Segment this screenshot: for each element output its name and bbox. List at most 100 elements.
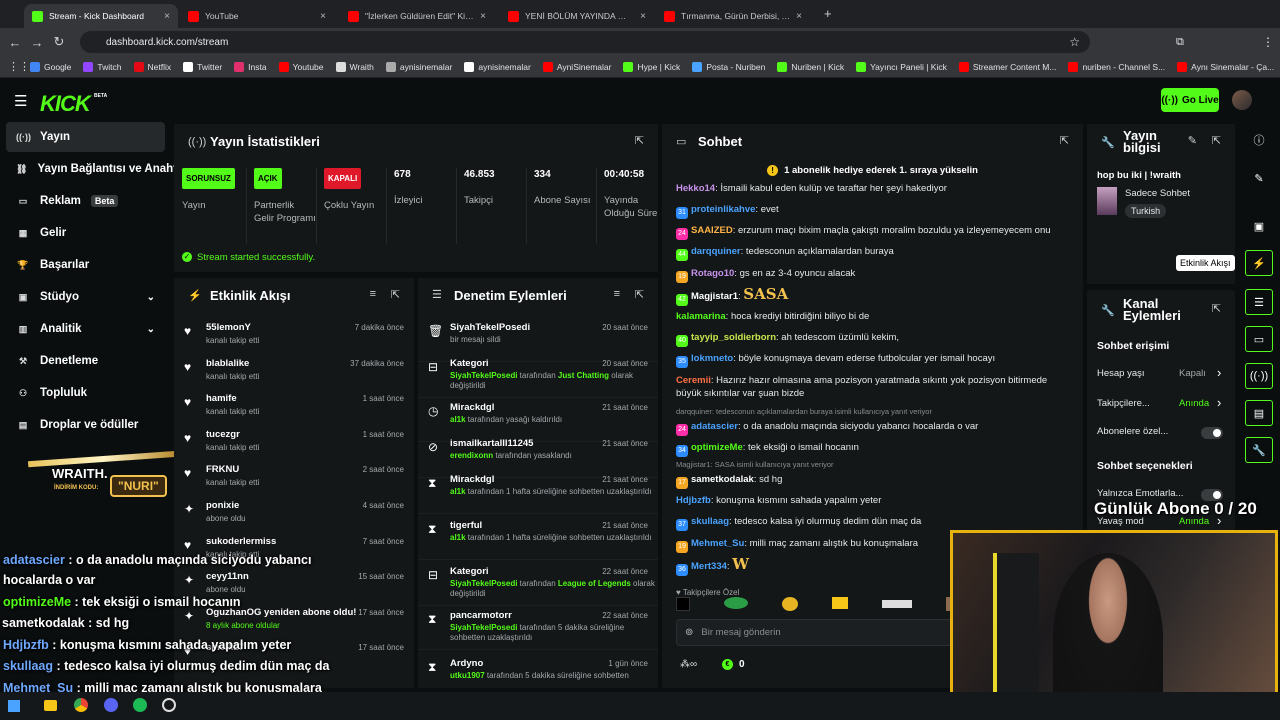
popout-icon[interactable]: ⇱ <box>391 288 400 301</box>
chat-message[interactable]: 37 skullaag: tedesco kalsa iyi olurmuş de… <box>676 515 1072 531</box>
chat-username[interactable]: skullaag <box>691 516 729 527</box>
bookmark-item[interactable]: Hype | Kick <box>623 61 680 72</box>
bookmark-item[interactable]: Google <box>30 61 71 72</box>
moderation-item[interactable]: ⊟ Kategori 20 saat önce SiyahTekelPosedi ta… <box>418 356 658 398</box>
moderator-name[interactable]: erendixonn <box>450 451 493 460</box>
moderation-item[interactable]: ⊟ Kategori 22 saat önce SiyahTekelPosedi ta… <box>418 564 658 606</box>
chat-username[interactable]: tayyip_soldierborn <box>691 332 776 343</box>
kick-logo[interactable]: KICK <box>40 91 91 117</box>
go-live-button[interactable]: ((·)) Go Live <box>1161 88 1219 112</box>
chevron-down-icon[interactable]: ⌄ <box>147 324 155 335</box>
moderator-name[interactable]: SiyahTekelPosedi <box>450 371 517 380</box>
toggle-switch[interactable] <box>1201 427 1223 439</box>
moderator-name[interactable]: SiyahTekelPosedi <box>450 623 517 632</box>
activity-feed-toggle[interactable]: ⚡ <box>1245 250 1273 276</box>
setting-row[interactable]: Abonelere özel... <box>1097 426 1225 440</box>
moderation-item[interactable]: ⧗ Mirackdgl 21 saat önce al1k tarafından 1 … <box>418 472 658 514</box>
activity-item[interactable]: ♥ 55lemonY kanalı takip etti 7 dakika önce <box>174 320 414 354</box>
stream-info-toggle[interactable]: ▤ <box>1245 400 1273 426</box>
forward-icon[interactable]: → <box>26 35 48 50</box>
moderation-item[interactable]: ⧗ tigerful 21 saat önce al1k tarafından 1 h… <box>418 518 658 560</box>
sidebar-item-broadcast[interactable]: ((·)) Yayın <box>6 122 165 152</box>
chat-message[interactable]: Hekko14: İsmaili kabul eden kulüp ve tar… <box>676 182 1072 195</box>
filter-icon[interactable]: ≡ <box>370 288 376 300</box>
sidebar-item-trophy[interactable]: 🏆 Başarılar <box>6 250 165 280</box>
emote[interactable] <box>724 597 748 609</box>
bookmark-item[interactable]: Nuriben | Kick <box>777 61 844 72</box>
bookmark-item[interactable]: Streamer Content M... <box>958 61 1056 72</box>
tools-toggle[interactable]: 🔧 <box>1245 437 1273 463</box>
chat-message[interactable]: 42 Magjistar1: SASA <box>676 287 1072 306</box>
emote[interactable] <box>832 597 848 609</box>
bookmark-item[interactable]: Posta - Nuriben <box>692 61 765 72</box>
close-tab-icon[interactable]: × <box>480 11 486 22</box>
bookmark-item[interactable]: Yayıncı Paneli | Kick <box>856 61 947 72</box>
emote[interactable] <box>782 597 798 611</box>
chat-toggle[interactable]: ▭ <box>1245 326 1273 352</box>
chat-message[interactable]: Ceremii: Hazırız hazır olmasına ama pozi… <box>676 374 1072 400</box>
emote[interactable] <box>882 600 912 608</box>
sidebar-item-drops[interactable]: ▤ Droplar ve ödüller <box>6 410 165 440</box>
chat-message[interactable]: 24 adatascier: o da anadolu maçında siciy… <box>676 420 1072 436</box>
bookmark-item[interactable]: Twitter <box>183 61 222 72</box>
chat-message[interactable]: 24 SAAIZED: erzurum maçı bixim maçla çakı… <box>676 224 1072 240</box>
bookmark-item[interactable]: Wraith <box>335 61 374 72</box>
menu-icon[interactable]: ⋮ <box>1262 35 1274 49</box>
info-icon[interactable]: ⓘ <box>1245 127 1273 153</box>
popout-icon[interactable]: ⇱ <box>635 288 644 301</box>
chat-message[interactable]: 19 Rotago10: gs en az 3-4 oyuncu alacak <box>676 267 1072 283</box>
sidebar-item-ad[interactable]: ▭ Reklam Beta <box>6 186 165 216</box>
browser-tab[interactable]: YouTube × <box>180 4 334 28</box>
new-tab-icon[interactable]: + <box>824 6 832 21</box>
close-tab-icon[interactable]: × <box>640 11 646 22</box>
chat-username[interactable]: darqquiner <box>691 246 741 257</box>
bookmark-item[interactable]: Netflix <box>133 61 171 72</box>
activity-item[interactable]: ♥ hamife kanalı takip etti 1 saat önce <box>174 391 414 425</box>
emote[interactable] <box>676 597 690 611</box>
chat-username[interactable]: Hdjbzfb <box>676 495 711 506</box>
avatar[interactable] <box>1232 90 1252 110</box>
moderation-item[interactable]: ⧗ pancarmotorr 22 saat önce SiyahTekelPosed… <box>418 608 658 650</box>
activity-item[interactable]: ♥ FRKNU kanalı takip etti 2 saat önce <box>174 462 414 496</box>
chat-message[interactable]: 31 proteinlikahve: evet <box>676 203 1072 219</box>
sidebar-item-community[interactable]: ⚇ Topluluk <box>6 378 165 408</box>
chat-username[interactable]: kalamarina <box>676 311 726 322</box>
hamburger-menu-icon[interactable]: ☰ <box>14 92 27 110</box>
tv-icon[interactable]: ▣ <box>1245 213 1273 239</box>
star-icon[interactable]: ☆ <box>1069 35 1080 49</box>
chat-message[interactable]: 17 sametkodalak: sd hg <box>676 473 1072 489</box>
chat-username[interactable]: adatascier <box>691 421 738 432</box>
chat-message[interactable]: 44 darqquiner: tedesconun açıklamalardan … <box>676 245 1072 261</box>
bookmark-item[interactable]: Youtube <box>278 61 324 72</box>
moderation-item[interactable]: ⧗ Ardyno 1 gün önce utku1907 tarafından 5 d… <box>418 656 658 688</box>
bookmark-item[interactable]: Twitch <box>83 61 122 72</box>
chat-username[interactable]: proteinlikahve <box>691 204 755 215</box>
bookmark-item[interactable]: AyniSinemalar <box>542 61 611 72</box>
chat-message[interactable]: 35 lokmneto: böyle konuşmaya devam ederse… <box>676 352 1072 368</box>
settings-icon[interactable]: ⁂∞ <box>680 659 697 670</box>
folder-icon[interactable] <box>44 700 57 711</box>
popout-icon[interactable]: ⇱ <box>1060 134 1069 147</box>
chat-username[interactable]: SAAIZED <box>691 225 733 236</box>
chat-username[interactable]: lokmneto <box>691 353 733 364</box>
chat-settings-icon[interactable]: ⊚ <box>685 627 693 638</box>
close-tab-icon[interactable]: × <box>164 11 170 22</box>
category-name[interactable]: Sadece Sohbet <box>1125 188 1190 199</box>
bookmark-item[interactable]: Aynı Sinemalar - Ça... <box>1177 61 1274 72</box>
moderation-toggle[interactable]: ☰ <box>1245 289 1273 315</box>
moderator-name[interactable]: al1k <box>450 415 466 424</box>
sidebar-item-analytics[interactable]: ▥ Analitik ⌄ <box>6 314 165 344</box>
moderator-name[interactable]: al1k <box>450 487 466 496</box>
sidebar-item-link[interactable]: ⛓ Yayın Bağlantısı ve Anahtarı <box>6 154 191 184</box>
close-tab-icon[interactable]: × <box>796 11 802 22</box>
address-bar[interactable]: dashboard.kick.com/stream ☆ <box>80 31 1090 53</box>
pinned-banner[interactable]: ! 1 abonelik hediye ederek 1. sıraya yük… <box>662 160 1083 180</box>
category-name[interactable]: League of Legends <box>558 579 631 588</box>
chat-username[interactable]: Ceremii <box>676 375 711 386</box>
popout-icon[interactable]: ⇱ <box>1212 302 1221 315</box>
close-tab-icon[interactable]: × <box>320 11 326 22</box>
bookmark-item[interactable]: aynisinemalar <box>464 61 531 72</box>
bookmark-item[interactable]: nuriben - Channel S... <box>1068 61 1165 72</box>
stats-toggle[interactable]: ((·)) <box>1245 363 1273 389</box>
chat-username[interactable]: Mehmet_Su <box>691 538 744 549</box>
